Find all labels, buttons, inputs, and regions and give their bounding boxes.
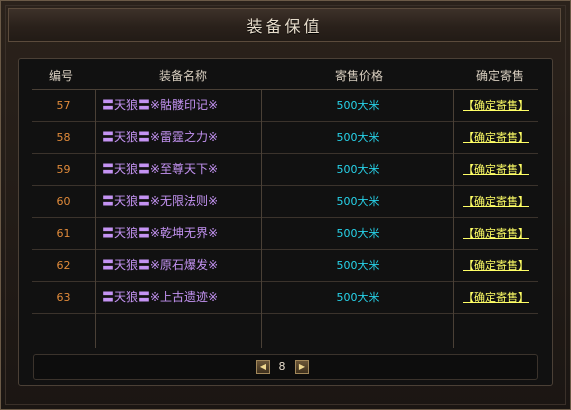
title-bar: 装备保值 [8, 8, 561, 42]
row-number: 57 [56, 99, 71, 112]
row-price: 500大米 [336, 195, 380, 208]
empty-table-row [32, 314, 538, 349]
row-price: 500大米 [336, 227, 380, 240]
header-price: 寄售价格 [334, 69, 383, 83]
header-confirm: 确定寄售 [475, 69, 524, 83]
table-row: 63 〓天狼〓※上古遗迹※ 500大米 【确定寄售】 [32, 282, 538, 314]
confirm-consign-link[interactable]: 【确定寄售】 [463, 259, 529, 272]
row-equipment-name: 〓天狼〓※乾坤无界※ [102, 226, 219, 240]
next-arrow-icon[interactable]: ▶ [295, 360, 309, 374]
row-number: 61 [56, 227, 71, 240]
confirm-consign-link[interactable]: 【确定寄售】 [463, 291, 529, 304]
row-equipment-name: 〓天狼〓※至尊天下※ [102, 162, 219, 176]
confirm-consign-link[interactable]: 【确定寄售】 [463, 131, 529, 144]
row-number: 62 [56, 259, 71, 272]
table-row: 62 〓天狼〓※原石爆发※ 500大米 【确定寄售】 [32, 250, 538, 282]
table-header: 编号 装备名称 寄售价格 确定寄售 [33, 64, 543, 88]
confirm-consign-link[interactable]: 【确定寄售】 [463, 163, 529, 176]
equipment-table: 57 〓天狼〓※骷髅印记※ 500大米 【确定寄售】 58 〓天狼〓※雷霆之力※… [32, 89, 538, 348]
pagination-bar: ◀ 8 ▶ [33, 354, 538, 380]
row-number: 60 [56, 195, 71, 208]
row-action-cell: 【确定寄售】 [454, 282, 538, 313]
dialog-title: 装备保值 [246, 17, 323, 36]
row-action-cell: 【确定寄售】 [454, 250, 538, 281]
confirm-consign-link[interactable]: 【确定寄售】 [463, 195, 529, 208]
row-action-cell: 【确定寄售】 [454, 218, 538, 249]
confirm-consign-link[interactable]: 【确定寄售】 [463, 227, 529, 240]
row-number: 63 [56, 291, 71, 304]
row-equipment-name: 〓天狼〓※骷髅印记※ [102, 98, 219, 112]
header-equipment-name: 装备名称 [158, 69, 207, 83]
table-row: 57 〓天狼〓※骷髅印记※ 500大米 【确定寄售】 [32, 90, 538, 122]
table-row: 61 〓天狼〓※乾坤无界※ 500大米 【确定寄售】 [32, 218, 538, 250]
row-price: 500大米 [336, 291, 380, 304]
table-row: 60 〓天狼〓※无限法则※ 500大米 【确定寄售】 [32, 186, 538, 218]
column-divider [453, 89, 454, 348]
row-equipment-name: 〓天狼〓※无限法则※ [102, 194, 219, 208]
table-row: 58 〓天狼〓※雷霆之力※ 500大米 【确定寄售】 [32, 122, 538, 154]
header-number: 编号 [48, 69, 73, 83]
row-action-cell: 【确定寄售】 [454, 122, 538, 153]
row-action-cell: 【确定寄售】 [454, 154, 538, 185]
column-divider [261, 89, 262, 348]
prev-arrow-icon[interactable]: ◀ [256, 360, 270, 374]
row-equipment-name: 〓天狼〓※原石爆发※ [102, 258, 219, 272]
page-number: 8 [278, 360, 286, 373]
row-action-cell: 【确定寄售】 [454, 90, 538, 121]
row-equipment-name: 〓天狼〓※上古遗迹※ [102, 290, 219, 304]
confirm-consign-link[interactable]: 【确定寄售】 [463, 99, 529, 112]
row-price: 500大米 [336, 163, 380, 176]
row-price: 500大米 [336, 131, 380, 144]
row-price: 500大米 [336, 259, 380, 272]
table-row: 59 〓天狼〓※至尊天下※ 500大米 【确定寄售】 [32, 154, 538, 186]
column-divider [95, 89, 96, 348]
row-price: 500大米 [336, 99, 380, 112]
row-action-cell: 【确定寄售】 [454, 186, 538, 217]
row-number: 58 [56, 131, 71, 144]
row-number: 59 [56, 163, 71, 176]
row-equipment-name: 〓天狼〓※雷霆之力※ [102, 130, 219, 144]
